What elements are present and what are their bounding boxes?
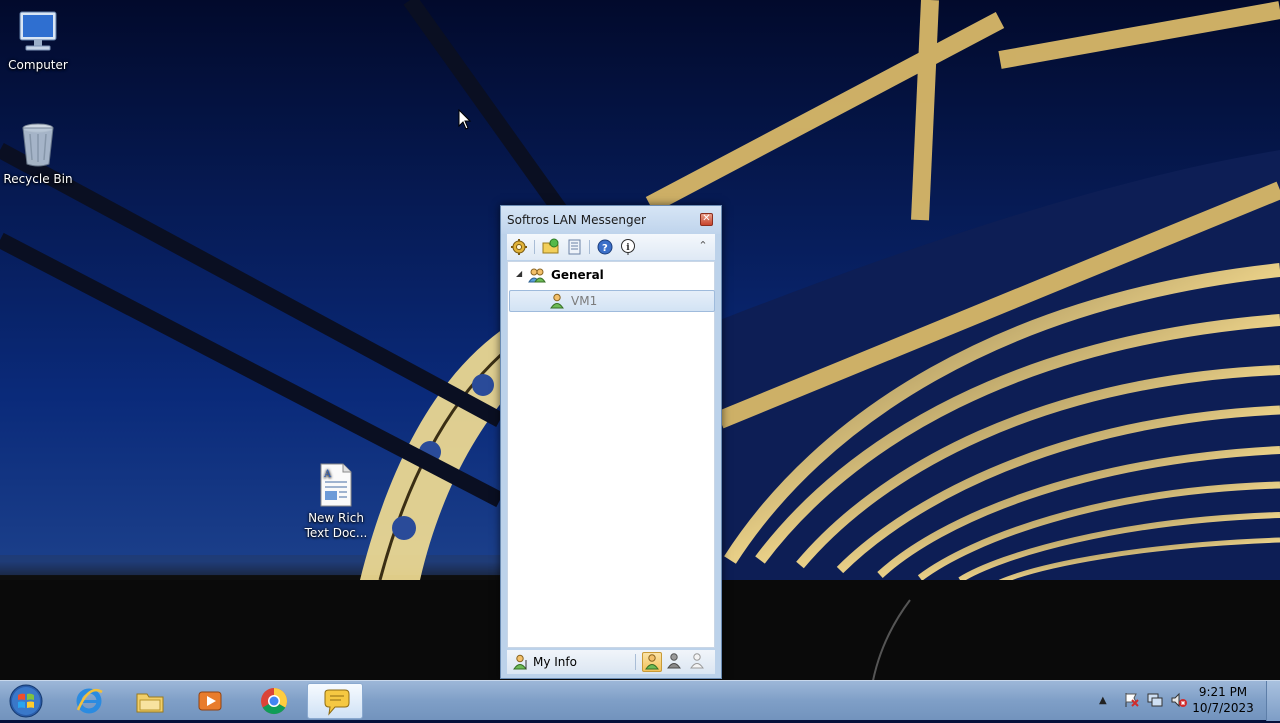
- mouse-cursor-icon: [458, 109, 472, 130]
- contact-online-icon: [550, 293, 564, 309]
- chrome-icon: [261, 688, 288, 715]
- toolbar-separator: [534, 240, 535, 254]
- status-separator: [635, 654, 636, 670]
- messenger-toolbar: ? i ⌃: [507, 234, 715, 260]
- taskbar: ▲ 9:21 PM 10/7/2023: [0, 680, 1280, 721]
- show-hidden-icons-button[interactable]: ▲: [1099, 692, 1115, 708]
- collapse-icon: ⌃: [698, 239, 708, 252]
- taskbar-chrome[interactable]: [246, 683, 302, 719]
- status-online-button[interactable]: [642, 652, 662, 672]
- media-player-icon: [198, 691, 222, 711]
- taskbar-softros-messenger[interactable]: [307, 683, 363, 719]
- my-info-button[interactable]: My Info: [511, 652, 631, 672]
- close-button[interactable]: ✕: [700, 213, 713, 226]
- message-history-button[interactable]: [565, 238, 583, 256]
- toolbar-separator: [589, 240, 590, 254]
- softros-messenger-icon: [324, 689, 350, 716]
- info-button[interactable]: i: [619, 238, 637, 256]
- clock-date: 10/7/2023: [1192, 701, 1254, 715]
- group-row-general[interactable]: ◢ General: [508, 265, 714, 285]
- computer-icon: [19, 11, 57, 51]
- taskbar-file-explorer[interactable]: [122, 683, 178, 719]
- group-expand-arrow-icon[interactable]: ◢: [516, 269, 522, 278]
- start-button[interactable]: [4, 682, 48, 720]
- settings-button[interactable]: [510, 238, 528, 256]
- status-away-button[interactable]: [665, 652, 685, 672]
- settings-icon: [511, 239, 527, 255]
- rtf-document-icon: A: [320, 463, 352, 507]
- desktop-icon-label-line1: New Rich: [308, 511, 364, 525]
- file-explorer-icon: [136, 693, 164, 713]
- away-status-icon: [667, 653, 681, 669]
- group-name: General: [551, 268, 604, 282]
- show-desktop-button[interactable]: [1266, 681, 1280, 721]
- taskbar-internet-explorer[interactable]: [61, 683, 117, 719]
- svg-text:?: ?: [602, 243, 608, 254]
- open-folder-icon: [542, 238, 559, 254]
- contact-name: VM1: [571, 294, 598, 308]
- messenger-window: Softros LAN Messenger ✕ ? i ⌃ ◢ General …: [500, 205, 722, 679]
- recycle-bin-icon: [22, 123, 54, 167]
- action-center-flag-icon[interactable]: [1123, 692, 1139, 708]
- window-title: Softros LAN Messenger: [507, 213, 646, 227]
- status-bar: My Info: [507, 650, 715, 674]
- info-icon: i: [621, 239, 635, 255]
- clock-time: 9:21 PM: [1198, 685, 1248, 699]
- contact-list: ◢ General VM1: [507, 261, 715, 648]
- desktop-icon-label: Recycle Bin: [3, 172, 73, 186]
- desktop-icon-computer[interactable]: Computer: [0, 10, 76, 73]
- message-history-icon: [568, 239, 581, 255]
- online-status-icon: [645, 654, 659, 670]
- desktop-icon-label: Computer: [8, 58, 68, 72]
- network-icon[interactable]: [1147, 692, 1163, 708]
- offline-status-icon: [690, 653, 704, 669]
- close-icon: ✕: [702, 213, 711, 224]
- open-folder-button[interactable]: [542, 238, 560, 256]
- help-icon: ?: [597, 239, 613, 255]
- windows-start-icon: [9, 684, 43, 718]
- show-hidden-icons-arrow: ▲: [1099, 695, 1107, 706]
- desktop-icon-recycle-bin[interactable]: Recycle Bin: [0, 122, 76, 187]
- collapse-toolbar-button[interactable]: ⌃: [697, 239, 709, 253]
- volume-muted-icon[interactable]: [1171, 692, 1187, 708]
- status-offline-button[interactable]: [688, 652, 708, 672]
- internet-explorer-icon: [76, 688, 103, 714]
- help-button[interactable]: ?: [596, 238, 614, 256]
- contact-row-vm1[interactable]: VM1: [509, 290, 715, 312]
- svg-text:A: A: [323, 469, 332, 480]
- my-info-label: My Info: [533, 655, 577, 669]
- window-titlebar[interactable]: Softros LAN Messenger ✕: [501, 206, 721, 234]
- desktop-icon-rtf-document[interactable]: A New Rich Text Doc...: [298, 463, 374, 541]
- svg-text:i: i: [626, 243, 630, 253]
- my-info-icon: [513, 654, 527, 670]
- taskbar-media-player[interactable]: [182, 683, 238, 719]
- desktop-icon-label-line2: Text Doc...: [304, 526, 368, 540]
- system-clock[interactable]: 9:21 PM 10/7/2023: [1188, 684, 1258, 716]
- group-icon: [528, 268, 546, 283]
